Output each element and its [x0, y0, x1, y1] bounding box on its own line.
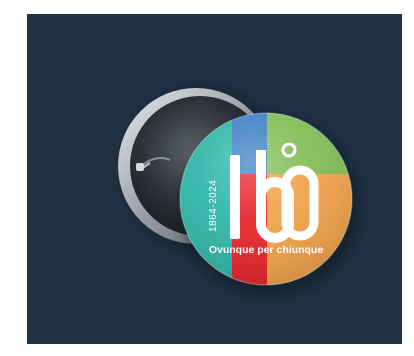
- badge-years-text: 1864-2024: [208, 180, 219, 232]
- pin-badge-photo: 1864-2024 Ovunque per chiunque: [118, 88, 358, 294]
- badge-slogan-text: Ovunque per chiunque: [209, 244, 324, 256]
